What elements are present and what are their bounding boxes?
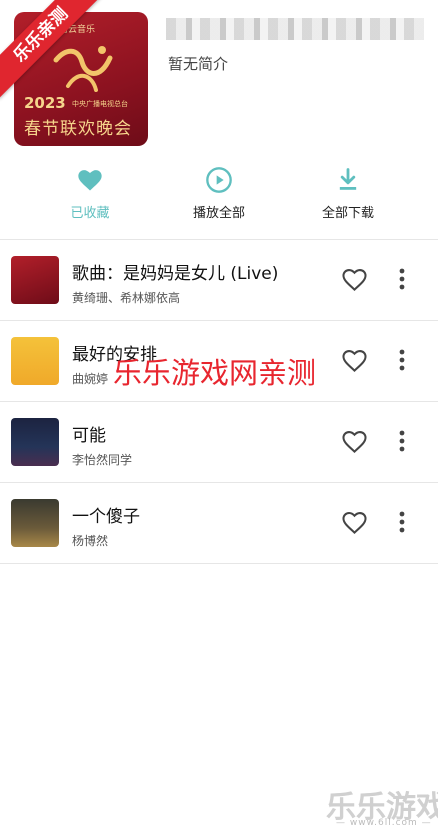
watermark-url: — www.6ll.com — bbox=[336, 818, 432, 828]
play-all-button[interactable]: 播放全部 bbox=[159, 160, 279, 230]
album-thumbnail bbox=[11, 256, 59, 304]
playlist-title-blurred bbox=[166, 18, 424, 40]
song-artist: 黄绮珊、希林娜依高 bbox=[72, 291, 181, 305]
song-artist: 李怡然同学 bbox=[72, 453, 133, 467]
album-thumbnail bbox=[11, 418, 59, 466]
song-row[interactable]: 可能 李怡然同学 bbox=[0, 402, 438, 483]
cover-year: 2023 bbox=[24, 94, 66, 112]
cover-network: 中央广播电视总台 bbox=[72, 100, 128, 108]
album-thumbnail bbox=[11, 499, 59, 547]
play-all-label: 播放全部 bbox=[192, 206, 245, 221]
playlist-header: 网易云音乐 2023 中央广播电视总台 春节联欢晚会 乐乐亲测 暂无简介 bbox=[0, 0, 438, 160]
song-title: 可能 bbox=[72, 426, 106, 446]
song-list: 歌曲：是妈妈是女儿 (Live) 黄绮珊、希林娜依高 最好的安排 曲婉婷 可能 … bbox=[0, 240, 438, 564]
album-thumbnail bbox=[11, 337, 59, 385]
heart-outline-icon[interactable] bbox=[341, 267, 368, 292]
playlist-intro[interactable]: 暂无简介 bbox=[168, 53, 228, 74]
song-title: 一个傻子 bbox=[72, 507, 140, 527]
more-vertical-icon[interactable] bbox=[394, 428, 410, 454]
cover-gala-title: 春节联欢晚会 bbox=[24, 119, 132, 139]
download-all-button[interactable]: 全部下载 bbox=[288, 160, 408, 230]
heart-outline-icon[interactable] bbox=[341, 429, 368, 454]
collected-button[interactable]: 已收藏 bbox=[30, 160, 150, 230]
collected-label: 已收藏 bbox=[70, 206, 110, 221]
song-title: 歌曲：是妈妈是女儿 (Live) bbox=[72, 264, 279, 284]
watermark-center: 乐乐游戏网亲测 bbox=[113, 356, 317, 390]
song-artist: 杨博然 bbox=[72, 534, 109, 548]
play-circle-icon bbox=[206, 167, 232, 193]
download-all-label: 全部下载 bbox=[321, 206, 374, 221]
gala-logo-icon bbox=[53, 46, 113, 92]
heart-outline-icon[interactable] bbox=[341, 510, 368, 535]
action-bar: 已收藏 播放全部 全部下载 bbox=[0, 160, 438, 232]
more-vertical-icon[interactable] bbox=[394, 347, 410, 373]
heart-filled-icon bbox=[78, 170, 102, 191]
song-row[interactable]: 一个傻子 杨博然 bbox=[0, 483, 438, 564]
song-artist: 曲婉婷 bbox=[72, 372, 109, 386]
download-icon bbox=[339, 168, 357, 190]
heart-outline-icon[interactable] bbox=[341, 348, 368, 373]
more-vertical-icon[interactable] bbox=[394, 266, 410, 292]
song-row[interactable]: 歌曲：是妈妈是女儿 (Live) 黄绮珊、希林娜依高 bbox=[0, 240, 438, 321]
more-vertical-icon[interactable] bbox=[394, 509, 410, 535]
